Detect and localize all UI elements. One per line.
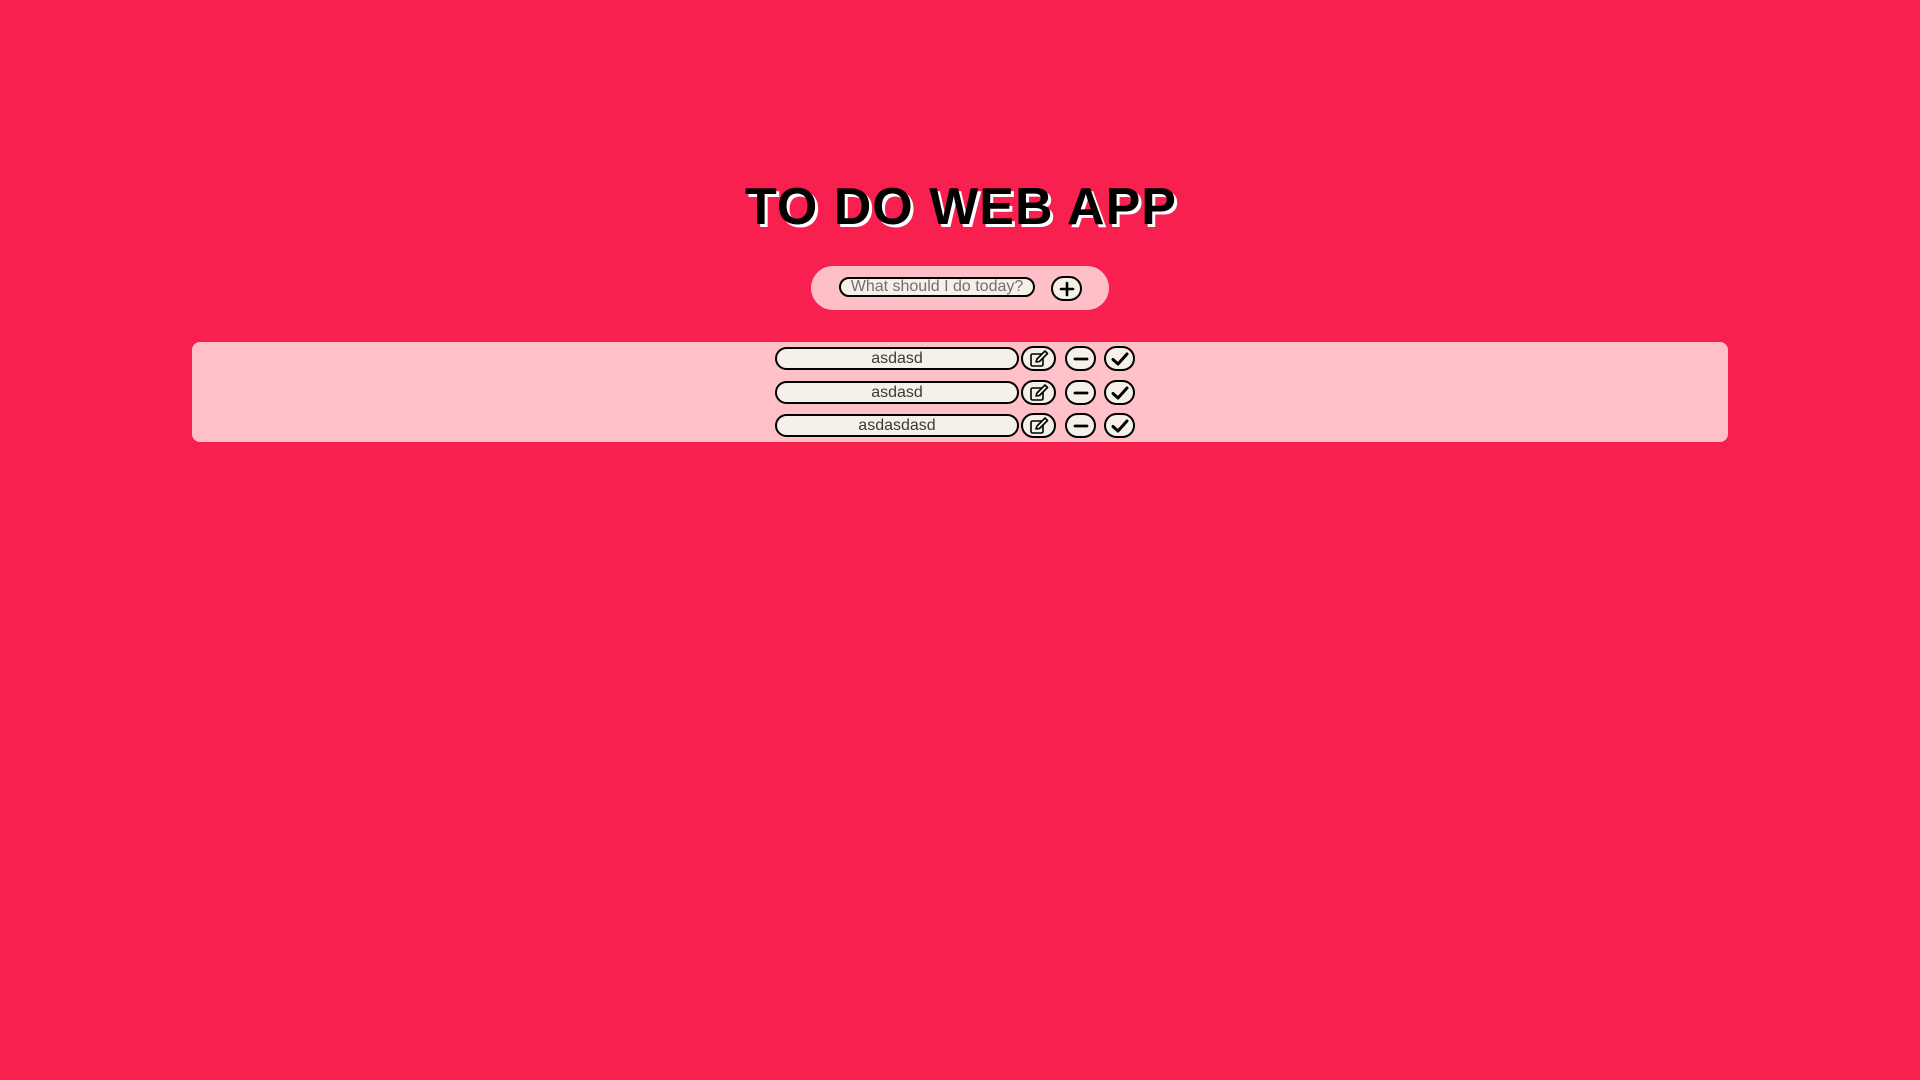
remove-button[interactable] — [1065, 346, 1096, 371]
minus-icon — [1073, 385, 1089, 401]
edit-button[interactable] — [1021, 380, 1056, 405]
todo-item: asdasd — [775, 379, 1145, 405]
todo-item: asdasd — [775, 345, 1145, 371]
edit-icon — [1029, 383, 1049, 402]
check-icon — [1111, 418, 1129, 434]
edit-button[interactable] — [1021, 346, 1056, 371]
complete-button[interactable] — [1104, 346, 1135, 371]
plus-circle-icon — [1059, 281, 1075, 297]
page: TO DO WEB APP asdasd — [0, 0, 1920, 1080]
remove-button[interactable] — [1065, 380, 1096, 405]
edit-icon — [1029, 349, 1049, 368]
edit-button[interactable] — [1021, 413, 1056, 438]
page-title: TO DO WEB APP — [745, 178, 1177, 236]
todo-text[interactable]: asdasdasd — [775, 414, 1019, 437]
new-todo-input[interactable] — [839, 277, 1035, 297]
complete-button[interactable] — [1104, 413, 1135, 438]
todo-item: asdasdasd — [775, 412, 1145, 438]
todo-text[interactable]: asdasd — [775, 347, 1019, 370]
check-icon — [1111, 385, 1129, 401]
add-todo-button[interactable] — [1051, 276, 1082, 301]
remove-button[interactable] — [1065, 413, 1096, 438]
edit-icon — [1029, 416, 1049, 435]
check-icon — [1111, 351, 1129, 367]
complete-button[interactable] — [1104, 380, 1135, 405]
add-todo-bar — [811, 266, 1109, 310]
todo-list: asdasd asdasd asdasdasd — [192, 342, 1728, 442]
minus-icon — [1073, 351, 1089, 367]
todo-text[interactable]: asdasd — [775, 381, 1019, 404]
minus-icon — [1073, 418, 1089, 434]
